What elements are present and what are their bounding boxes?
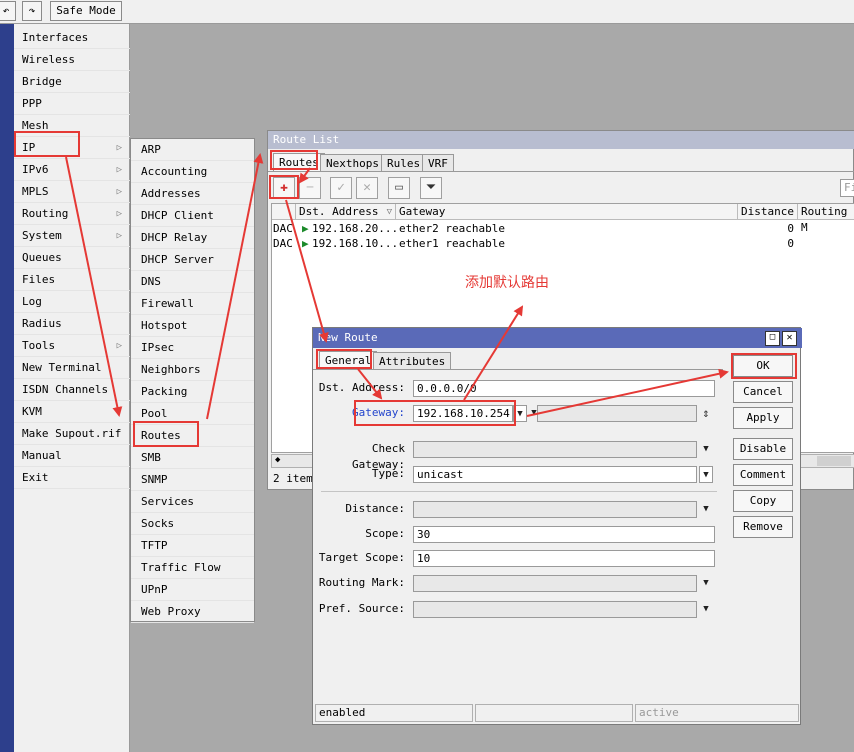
arrow-general-to-gateway	[357, 368, 383, 400]
arrow-routes-to-tab	[206, 153, 264, 420]
arrow-gateway-to-note	[463, 305, 524, 401]
arrow-ip-to-routes	[65, 156, 123, 417]
annotation-note: 添加默认路由	[465, 275, 549, 291]
arrow-tab-to-add	[298, 167, 311, 184]
annotation-arrows	[65, 153, 729, 420]
arrow-gateway-to-ok	[526, 368, 729, 417]
arrow-add-to-dialog	[285, 199, 329, 343]
